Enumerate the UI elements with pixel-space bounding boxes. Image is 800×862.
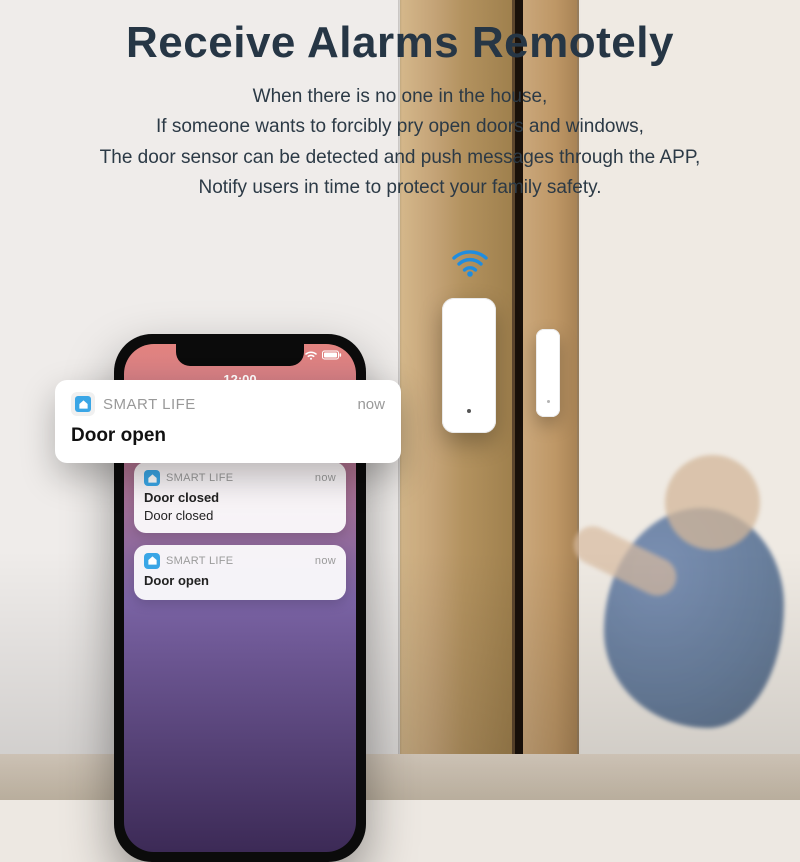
notification-text: Door closed [144,490,336,507]
desc-line: Notify users in time to protect your fam… [0,173,800,203]
desc-line: The door sensor can be detected and push… [0,143,800,173]
page-title: Receive Alarms Remotely [0,18,800,68]
phone-notifications: SMART LIFE now Door closed Door closed S… [134,462,346,612]
notification-app-name: SMART LIFE [166,472,309,484]
notification-time: now [315,472,336,484]
phone-notch [176,344,304,366]
desc-line: If someone wants to forcibly pry open do… [0,112,800,142]
banner-app-name: SMART LIFE [103,396,349,413]
smart-life-app-icon [144,470,160,486]
wifi-icon [448,234,492,278]
notification-time: now [315,555,336,567]
notification-text: Door open [144,573,336,590]
notification-text: Door closed [144,508,336,523]
door-sensor-magnet [536,329,560,417]
smart-life-app-icon [144,553,160,569]
banner-time: now [357,396,385,413]
page-description: When there is no one in the house, If so… [0,82,800,204]
notification-app-name: SMART LIFE [166,555,309,567]
notification-banner: SMART LIFE now Door open [55,380,401,463]
notification-card: SMART LIFE now Door open [134,545,346,600]
notification-card: SMART LIFE now Door closed Door closed [134,462,346,533]
smart-life-app-icon [71,392,95,416]
person-silhouette-head [665,455,760,550]
desc-line: When there is no one in the house, [0,82,800,112]
door-sensor-main [442,298,496,433]
battery-icon [322,350,342,360]
heading-block: Receive Alarms Remotely When there is no… [0,18,800,204]
banner-message: Door open [71,425,385,447]
wifi-status-icon [304,350,318,360]
